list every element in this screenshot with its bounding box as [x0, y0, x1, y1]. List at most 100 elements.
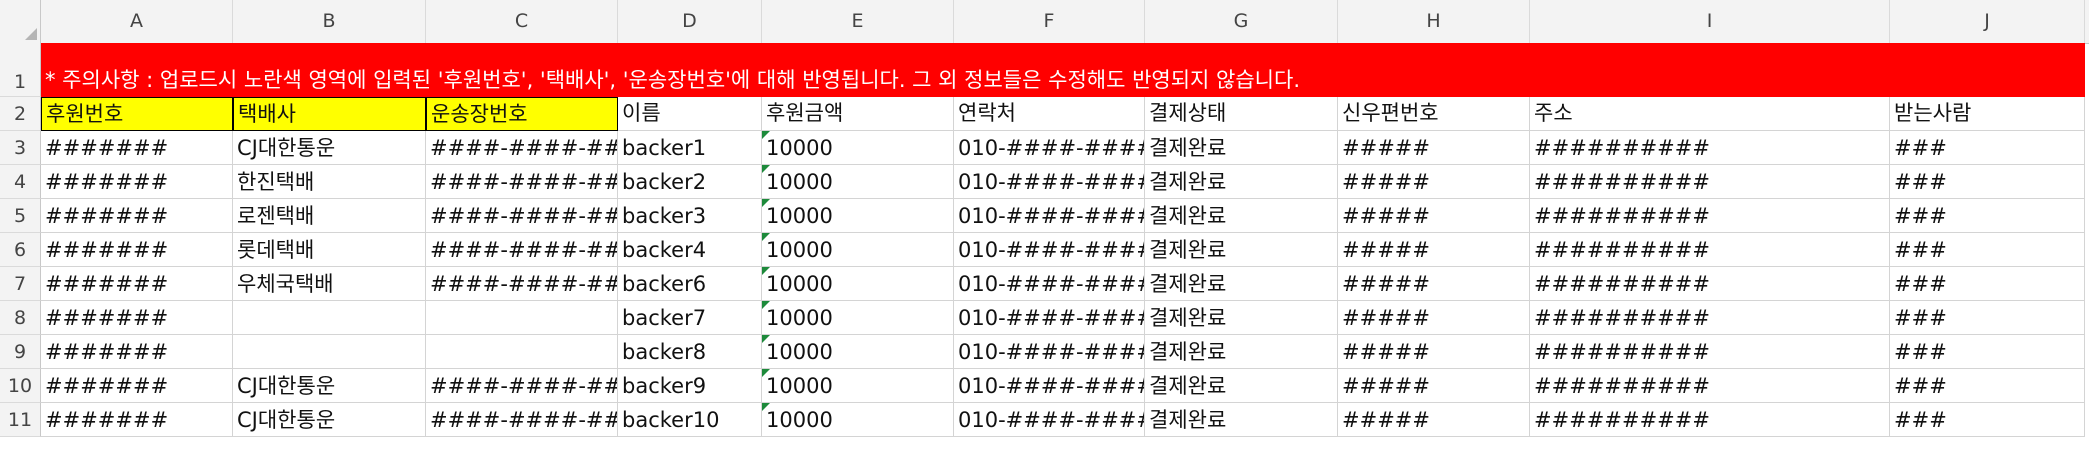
table-cell[interactable]: CJ대한통운: [233, 131, 426, 165]
table-cell[interactable]: 10000: [762, 131, 954, 165]
table-cell[interactable]: ##########: [1530, 301, 1890, 335]
table-cell[interactable]: #####: [1338, 131, 1530, 165]
table-cell[interactable]: #######: [41, 267, 233, 301]
table-cell[interactable]: [233, 335, 426, 369]
table-cell[interactable]: ##########: [1530, 165, 1890, 199]
table-cell[interactable]: 010-####-####: [954, 369, 1145, 403]
table-cell[interactable]: 결제완료: [1145, 131, 1338, 165]
table-cell[interactable]: ####-####-####: [426, 233, 618, 267]
column-header-d[interactable]: D: [618, 0, 762, 43]
table-cell[interactable]: #######: [41, 131, 233, 165]
table-cell[interactable]: backer8: [618, 335, 762, 369]
header-cell-j[interactable]: 받는사람: [1890, 97, 2085, 131]
row-header-7[interactable]: 7: [0, 267, 41, 301]
column-header-a[interactable]: A: [41, 0, 233, 43]
table-cell[interactable]: 한진택배: [233, 165, 426, 199]
table-cell[interactable]: 10000: [762, 165, 954, 199]
table-cell[interactable]: backer9: [618, 369, 762, 403]
table-cell[interactable]: ####-####-####: [426, 199, 618, 233]
table-cell[interactable]: 010-####-####: [954, 403, 1145, 437]
table-cell[interactable]: #######: [41, 233, 233, 267]
column-header-e[interactable]: E: [762, 0, 954, 43]
row-header-5[interactable]: 5: [0, 199, 41, 233]
table-cell[interactable]: backer6: [618, 267, 762, 301]
table-cell[interactable]: ##########: [1530, 199, 1890, 233]
table-cell[interactable]: #####: [1338, 369, 1530, 403]
row-header-8[interactable]: 8: [0, 301, 41, 335]
table-cell[interactable]: backer1: [618, 131, 762, 165]
row-header-10[interactable]: 10: [0, 369, 41, 403]
table-cell[interactable]: 010-####-####: [954, 233, 1145, 267]
table-cell[interactable]: 10000: [762, 301, 954, 335]
table-cell[interactable]: ###: [1890, 199, 2085, 233]
header-cell-f[interactable]: 연락처: [954, 97, 1145, 131]
table-cell[interactable]: ###: [1890, 301, 2085, 335]
table-cell[interactable]: ##########: [1530, 131, 1890, 165]
table-cell[interactable]: 010-####-####: [954, 165, 1145, 199]
table-cell[interactable]: #######: [41, 403, 233, 437]
header-cell-b[interactable]: 택배사: [233, 97, 426, 131]
table-cell[interactable]: 010-####-####: [954, 199, 1145, 233]
table-cell[interactable]: 결제완료: [1145, 335, 1338, 369]
table-cell[interactable]: ##########: [1530, 267, 1890, 301]
table-cell[interactable]: ##########: [1530, 369, 1890, 403]
row-header-1[interactable]: 1: [0, 43, 41, 97]
table-cell[interactable]: CJ대한통운: [233, 403, 426, 437]
table-cell[interactable]: #####: [1338, 335, 1530, 369]
column-header-i[interactable]: I: [1530, 0, 1890, 43]
table-cell[interactable]: backer3: [618, 199, 762, 233]
table-cell[interactable]: #######: [41, 165, 233, 199]
table-cell[interactable]: 010-####-####: [954, 267, 1145, 301]
table-cell[interactable]: 결제완료: [1145, 403, 1338, 437]
table-cell[interactable]: 결제완료: [1145, 199, 1338, 233]
table-cell[interactable]: ####-####-####: [426, 131, 618, 165]
table-cell[interactable]: ##########: [1530, 403, 1890, 437]
table-cell[interactable]: #######: [41, 301, 233, 335]
table-cell[interactable]: ###: [1890, 165, 2085, 199]
column-header-g[interactable]: G: [1145, 0, 1338, 43]
row-header-2[interactable]: 2: [0, 97, 41, 131]
table-cell[interactable]: ###: [1890, 233, 2085, 267]
header-cell-e[interactable]: 후원금액: [762, 97, 954, 131]
table-cell[interactable]: ####-####-####: [426, 403, 618, 437]
table-cell[interactable]: 010-####-####: [954, 301, 1145, 335]
table-cell[interactable]: 10000: [762, 267, 954, 301]
table-cell[interactable]: 10000: [762, 403, 954, 437]
table-cell[interactable]: #####: [1338, 233, 1530, 267]
table-cell[interactable]: 10000: [762, 233, 954, 267]
column-header-c[interactable]: C: [426, 0, 618, 43]
table-cell[interactable]: ####-####-####: [426, 267, 618, 301]
table-cell[interactable]: #######: [41, 199, 233, 233]
table-cell[interactable]: #####: [1338, 165, 1530, 199]
table-cell[interactable]: 롯데택배: [233, 233, 426, 267]
table-cell[interactable]: backer10: [618, 403, 762, 437]
table-cell[interactable]: 결제완료: [1145, 233, 1338, 267]
table-cell[interactable]: backer2: [618, 165, 762, 199]
table-cell[interactable]: #######: [41, 369, 233, 403]
table-cell[interactable]: ###: [1890, 369, 2085, 403]
notice-banner-cell[interactable]: * 주의사항 : 업로드시 노란색 영역에 입력된 '후원번호', '택배사',…: [41, 43, 2085, 97]
column-header-f[interactable]: F: [954, 0, 1145, 43]
table-cell[interactable]: #####: [1338, 403, 1530, 437]
table-cell[interactable]: #####: [1338, 199, 1530, 233]
table-cell[interactable]: 010-####-####: [954, 131, 1145, 165]
table-cell[interactable]: ###: [1890, 403, 2085, 437]
header-cell-c[interactable]: 운송장번호: [426, 97, 618, 131]
table-cell[interactable]: 결제완료: [1145, 301, 1338, 335]
table-cell[interactable]: CJ대한통운: [233, 369, 426, 403]
table-cell[interactable]: ####-####-####: [426, 165, 618, 199]
row-header-4[interactable]: 4: [0, 165, 41, 199]
table-cell[interactable]: 010-####-####: [954, 335, 1145, 369]
header-cell-a[interactable]: 후원번호: [41, 97, 233, 131]
table-cell[interactable]: ###: [1890, 267, 2085, 301]
column-header-b[interactable]: B: [233, 0, 426, 43]
table-cell[interactable]: 결제완료: [1145, 267, 1338, 301]
table-cell[interactable]: 10000: [762, 369, 954, 403]
table-cell[interactable]: backer4: [618, 233, 762, 267]
table-cell[interactable]: 결제완료: [1145, 369, 1338, 403]
table-cell[interactable]: ###: [1890, 335, 2085, 369]
column-header-h[interactable]: H: [1338, 0, 1530, 43]
row-header-11[interactable]: 11: [0, 403, 41, 437]
column-header-j[interactable]: J: [1890, 0, 2085, 43]
table-cell[interactable]: #####: [1338, 301, 1530, 335]
